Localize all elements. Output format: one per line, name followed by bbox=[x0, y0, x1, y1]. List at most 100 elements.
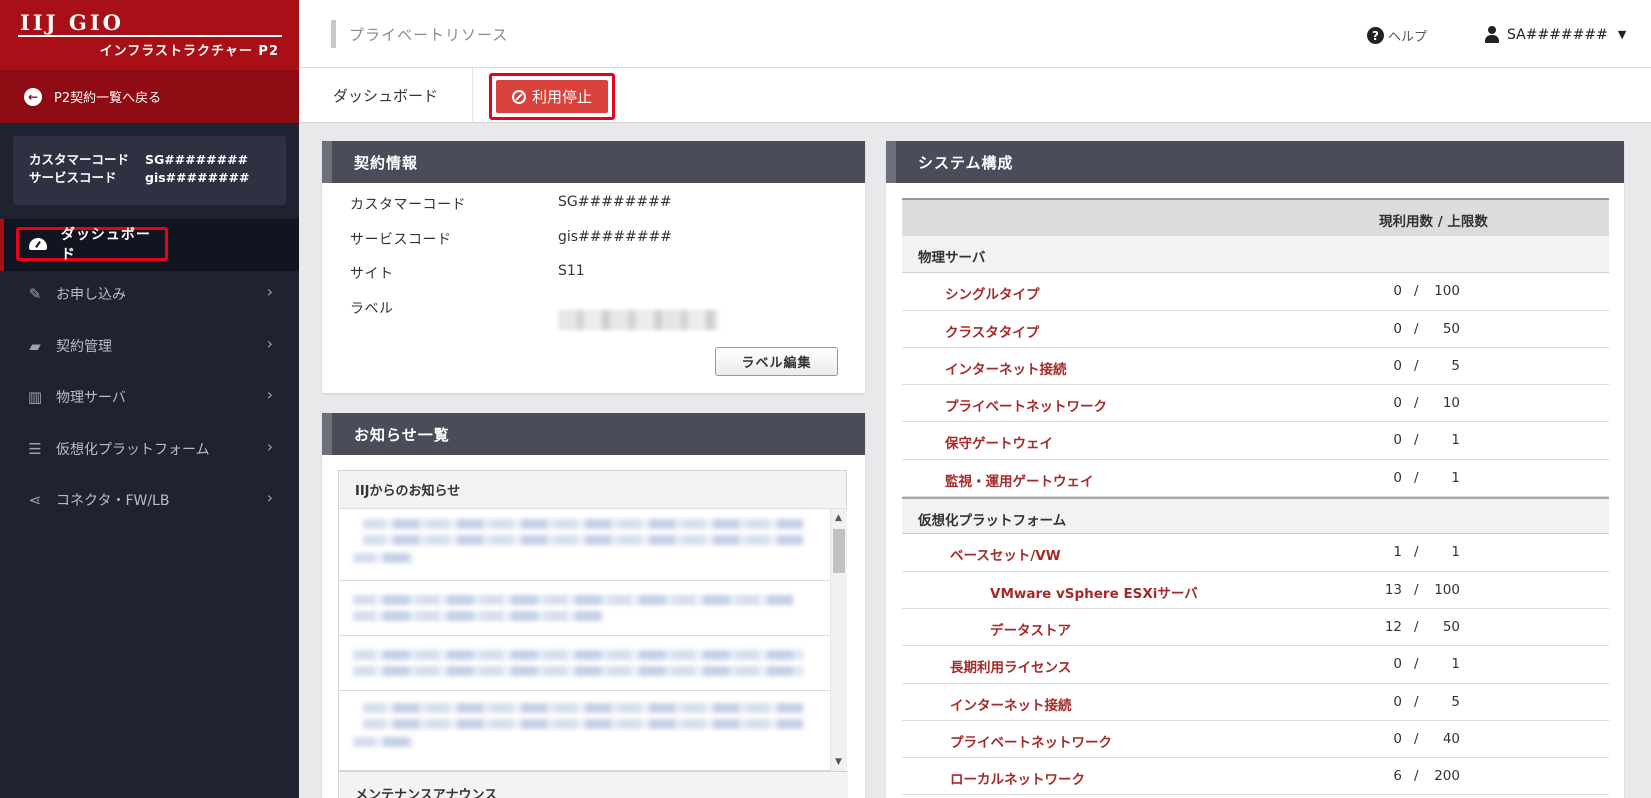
resource-link[interactable]: データストア bbox=[990, 619, 1071, 639]
sidebar-item-physical-server[interactable]: ▥ 物理サーバ › bbox=[0, 371, 299, 423]
limit-count: 5 bbox=[1451, 357, 1460, 374]
limit-count: 100 bbox=[1434, 581, 1460, 598]
caret-down-icon: ▼ bbox=[1617, 28, 1627, 41]
resource-link[interactable]: 監視・運用ゲートウェイ bbox=[945, 470, 1094, 490]
sidebar-item-label: 仮想化プラットフォーム bbox=[56, 442, 210, 458]
resource-link[interactable]: インターネット接続 bbox=[945, 358, 1067, 378]
contract-label: カスタマーコード bbox=[350, 197, 466, 213]
customer-code-label: カスタマーコード bbox=[29, 152, 130, 167]
customer-code-value: SG######## bbox=[145, 152, 249, 167]
building-icon: ▥ bbox=[27, 388, 43, 406]
stop-service-button[interactable]: 利用停止 bbox=[496, 80, 608, 113]
chevron-right-icon: › bbox=[266, 437, 273, 456]
current-count: 0 bbox=[1393, 432, 1402, 449]
contract-label: サイト bbox=[350, 266, 394, 282]
table-row: 監視・運用ゲートウェイ 0/1 bbox=[902, 460, 1609, 498]
service-code-label: サービスコード bbox=[29, 170, 117, 185]
news-list: IIJからのお知らせ ▲ ▼ メンテナンスアナウンス bbox=[338, 470, 848, 798]
news-item[interactable] bbox=[339, 509, 830, 581]
logo-text: IIJ GIO bbox=[20, 10, 124, 35]
logo-underline bbox=[18, 35, 282, 37]
sidebar-item-virtualization-platform[interactable]: ☰ 仮想化プラットフォーム › bbox=[0, 423, 299, 475]
table-group-row: 仮想化プラットフォーム bbox=[902, 497, 1609, 535]
limit-count: 50 bbox=[1442, 618, 1460, 635]
scroll-up-arrow-icon[interactable]: ▲ bbox=[835, 513, 842, 523]
table-row: 長期利用ライセンス 0/1 bbox=[902, 646, 1609, 684]
table-row: インターネット接続 0/5 bbox=[902, 684, 1609, 721]
scroll-thumb[interactable] bbox=[833, 529, 845, 573]
current-count: 13 bbox=[1384, 581, 1402, 598]
sidebar-item-dashboard[interactable]: ダッシュボード bbox=[16, 227, 168, 263]
limit-count: 1 bbox=[1451, 432, 1460, 449]
current-count: 0 bbox=[1393, 730, 1402, 747]
resource-link[interactable]: インターネット接続 bbox=[950, 694, 1072, 714]
sidebar-item-connector-fw-lb[interactable]: ⋖ コネクタ・FW/LB › bbox=[0, 474, 299, 526]
back-to-contract-list-link[interactable]: ← P2契約一覧へ戻る bbox=[0, 70, 299, 123]
label-edit-button[interactable]: ラベル編集 bbox=[715, 347, 838, 376]
breadcrumb-marker bbox=[331, 20, 336, 48]
current-count: 0 bbox=[1393, 357, 1402, 374]
contract-label: ラベル bbox=[350, 301, 394, 317]
limit-count: 50 bbox=[1442, 320, 1460, 337]
panel-title: システム構成 bbox=[886, 141, 1624, 183]
table-row: プライベートネットワーク 0/10 bbox=[902, 385, 1609, 423]
system-config-panel: システム構成 現利用数 / 上限数 物理サーバ シングルタイプ 0/100 クラス… bbox=[886, 141, 1624, 798]
table-row: ローカルネットワーク 6/200 bbox=[902, 758, 1609, 796]
news-scrollbar[interactable]: ▲ ▼ bbox=[830, 509, 847, 771]
resource-link[interactable]: ローカルネットワーク bbox=[950, 768, 1085, 788]
usage-column-header: 現利用数 / 上限数 bbox=[1379, 214, 1488, 230]
news-source-iij: IIJからのお知らせ bbox=[339, 471, 846, 509]
contract-info-panel: 契約情報 カスタマーコード SG######## サービスコード gis####… bbox=[322, 141, 865, 393]
ban-icon bbox=[511, 89, 526, 104]
service-code-value: gis######## bbox=[145, 170, 250, 185]
table-group-row: 物理サーバ bbox=[902, 236, 1609, 274]
table-header: 現利用数 / 上限数 bbox=[902, 198, 1609, 236]
breadcrumb: プライベートリソース bbox=[349, 26, 509, 44]
news-item[interactable] bbox=[339, 581, 830, 636]
resource-link[interactable]: 長期利用ライセンス bbox=[950, 656, 1071, 676]
news-panel: お知らせ一覧 IIJからのお知らせ ▲ ▼ メンテナンスアナウンス bbox=[322, 413, 865, 798]
news-item[interactable] bbox=[339, 691, 830, 771]
contract-value: gis######## bbox=[558, 229, 672, 245]
sidebar-item-label: ダッシュボード bbox=[60, 227, 151, 263]
top-header: プライベートリソース ? ヘルプ SA####### ▼ bbox=[299, 0, 1651, 68]
server-stack-icon: ☰ bbox=[28, 440, 42, 458]
sidebar-item-contract-management[interactable]: ▰ 契約管理 › bbox=[0, 320, 299, 372]
group-name: 物理サーバ bbox=[918, 250, 986, 266]
sidebar-item-label: コネクタ・FW/LB bbox=[56, 493, 170, 509]
news-item[interactable] bbox=[339, 636, 830, 691]
resource-link[interactable]: プライベートネットワーク bbox=[950, 731, 1112, 751]
current-count: 0 bbox=[1393, 320, 1402, 337]
resource-link[interactable]: プライベートネットワーク bbox=[945, 395, 1107, 415]
resource-link[interactable]: VMware vSphere ESXiサーバ bbox=[990, 582, 1198, 602]
tab-dashboard[interactable]: ダッシュボード bbox=[299, 68, 473, 123]
panel-title: お知らせ一覧 bbox=[322, 413, 865, 455]
contract-value: SG######## bbox=[558, 194, 672, 210]
limit-count: 1 bbox=[1451, 656, 1460, 673]
resource-link[interactable]: シングルタイプ bbox=[945, 283, 1040, 303]
table-row: 保守ゲートウェイ 0/1 bbox=[902, 422, 1609, 460]
table-row: クラスタタイプ 0/50 bbox=[902, 311, 1609, 348]
contract-value: S11 bbox=[558, 263, 585, 279]
help-link[interactable]: ? ヘルプ bbox=[1367, 26, 1427, 45]
share-icon: ⋖ bbox=[28, 491, 42, 509]
sidebar-item-application[interactable]: ✎ お申し込み › bbox=[0, 268, 299, 320]
current-count: 0 bbox=[1393, 693, 1402, 710]
sidebar-item-label: 契約管理 bbox=[56, 339, 112, 355]
scroll-down-arrow-icon[interactable]: ▼ bbox=[835, 757, 842, 767]
limit-count: 10 bbox=[1442, 395, 1460, 412]
resource-link[interactable]: クラスタタイプ bbox=[945, 321, 1039, 341]
resource-link[interactable]: ベースセット/VW bbox=[950, 544, 1061, 564]
table-row: シングルタイプ 0/100 bbox=[902, 273, 1609, 311]
dashboard-icon bbox=[29, 238, 47, 250]
limit-count: 200 bbox=[1434, 768, 1460, 785]
edit-icon: ✎ bbox=[28, 285, 42, 303]
help-label: ヘルプ bbox=[1388, 30, 1428, 45]
group-name: 仮想化プラットフォーム bbox=[918, 513, 1067, 530]
user-menu[interactable]: SA####### ▼ bbox=[1485, 26, 1626, 43]
resource-link[interactable]: 保守ゲートウェイ bbox=[945, 432, 1053, 452]
current-count: 1 bbox=[1393, 544, 1402, 561]
sidebar-item-label: お申し込み bbox=[56, 287, 126, 303]
table-row: VMware vSphere ESXiサーバ 13/100 bbox=[902, 572, 1609, 609]
brand-logo[interactable]: IIJ GIO インフラストラクチャー P2 bbox=[0, 0, 299, 70]
